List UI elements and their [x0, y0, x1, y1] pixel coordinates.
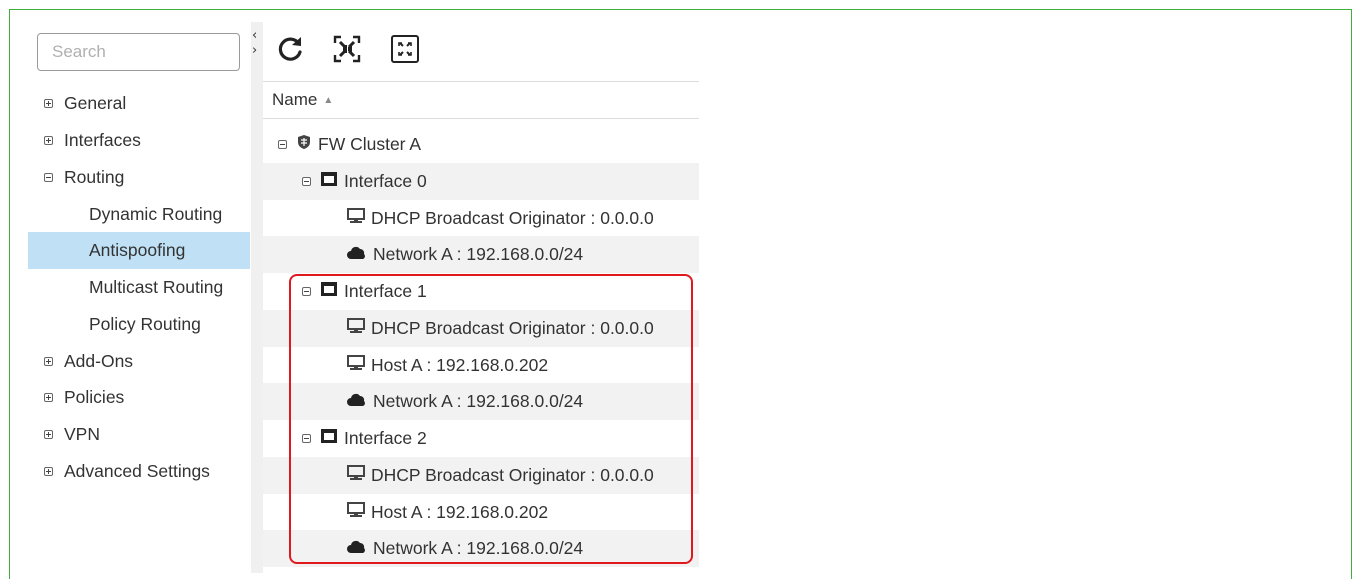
tree-row-dhcp-originator[interactable]: DHCP Broadcast Originator : 0.0.0.0 [263, 200, 699, 237]
sidebar-item-add-ons[interactable]: Add-Ons [28, 343, 250, 380]
interface-icon [320, 428, 338, 449]
collapse-icon[interactable] [302, 177, 311, 186]
sidebar-item-label: Policies [64, 387, 125, 407]
tree-row-interface-2[interactable]: Interface 2 [263, 420, 699, 457]
tree-row-label: DHCP Broadcast Originator : 0.0.0.0 [371, 318, 654, 338]
sidebar-item-label: Multicast Routing [89, 277, 224, 297]
sidebar-item-interfaces[interactable]: Interfaces [28, 122, 250, 159]
sidebar-item-label: Interfaces [64, 130, 141, 150]
sidebar-item-label: Add-Ons [64, 351, 134, 371]
host-icon [347, 318, 365, 339]
sidebar-item-dynamic-routing[interactable]: Dynamic Routing [28, 196, 250, 233]
tree-row-label: DHCP Broadcast Originator : 0.0.0.0 [371, 465, 654, 485]
sidebar-item-policy-routing[interactable]: Policy Routing [28, 306, 250, 343]
host-icon [347, 208, 365, 229]
collapse-icon[interactable] [278, 140, 287, 149]
sidebar-item-label: General [64, 93, 127, 113]
tree-row-network-a[interactable]: Network A : 192.168.0.0/24 [263, 383, 699, 420]
column-header-label: Name [272, 90, 318, 109]
tree-row-label: Network A : 192.168.0.0/24 [373, 244, 584, 264]
sidebar-item-advanced-settings[interactable]: Advanced Settings [28, 453, 250, 490]
firewall-cluster-icon [296, 134, 312, 155]
collapse-icon[interactable] [302, 287, 311, 296]
expand-icon[interactable] [44, 99, 53, 108]
refresh-icon[interactable] [274, 33, 306, 65]
sidebar-item-label: Dynamic Routing [89, 204, 223, 224]
tree-row-dhcp-originator[interactable]: DHCP Broadcast Originator : 0.0.0.0 [263, 310, 699, 347]
tree-row-label: DHCP Broadcast Originator : 0.0.0.0 [371, 208, 654, 228]
sidebar-item-multicast-routing[interactable]: Multicast Routing [28, 269, 250, 306]
sidebar-item-routing[interactable]: Routing [28, 159, 250, 196]
tree-row-host-a[interactable]: Host A : 192.168.0.202 [263, 494, 699, 531]
sidebar-item-label: VPN [64, 424, 100, 444]
host-icon [347, 502, 365, 523]
panel-splitter[interactable] [251, 22, 263, 573]
expand-icon[interactable] [44, 136, 53, 145]
network-cloud-icon [347, 244, 367, 265]
expand-icon[interactable] [44, 357, 53, 366]
tree-row-interface-0[interactable]: Interface 0 [263, 163, 699, 200]
chevron-right-icon[interactable]: › [252, 43, 262, 58]
sidebar-item-label: Advanced Settings [64, 461, 210, 481]
tree-row-network-a[interactable]: Network A : 192.168.0.0/24 [263, 530, 699, 567]
tree-row-network-a[interactable]: Network A : 192.168.0.0/24 [263, 236, 699, 273]
interface-icon [320, 171, 338, 192]
sidebar-item-label: Policy Routing [89, 314, 201, 334]
tree-row-fw-cluster[interactable]: FW Cluster A [263, 126, 699, 163]
tree-row-label: FW Cluster A [318, 134, 422, 154]
collapse-icon[interactable] [44, 173, 53, 182]
sidebar-item-antispoofing[interactable]: Antispoofing [28, 232, 250, 269]
collapse-icon[interactable] [302, 434, 311, 443]
column-header-name[interactable]: Name ▲ [263, 81, 699, 119]
expand-icon[interactable] [44, 430, 53, 439]
search-input[interactable] [37, 33, 240, 71]
tree-row-label: Interface 1 [344, 281, 427, 301]
tree-row-label: Interface 0 [344, 171, 427, 191]
tree-row-label: Network A : 192.168.0.0/24 [373, 538, 584, 558]
tree-row-interface-1[interactable]: Interface 1 [263, 273, 699, 310]
sort-ascending-icon: ▲ [323, 94, 334, 106]
sidebar-item-general[interactable]: General [28, 85, 250, 122]
sidebar-collapse-toggle[interactable]: ‹ › [252, 28, 262, 58]
sidebar-item-label: Antispoofing [89, 240, 186, 260]
sidebar-item-policies[interactable]: Policies [28, 379, 250, 416]
tree-row-label: Network A : 192.168.0.0/24 [373, 391, 584, 411]
network-cloud-icon [347, 538, 367, 559]
host-icon [347, 465, 365, 486]
sidebar-item-label: Routing [64, 167, 125, 187]
tree-row-label: Host A : 192.168.0.202 [371, 355, 549, 375]
expand-icon[interactable] [44, 393, 53, 402]
tree-row-label: Interface 2 [344, 428, 427, 448]
sidebar-item-vpn[interactable]: VPN [28, 416, 250, 453]
chevron-left-icon[interactable]: ‹ [252, 28, 262, 43]
interface-icon [320, 281, 338, 302]
tree-row-label: Host A : 192.168.0.202 [371, 502, 549, 522]
expand-all-icon[interactable] [389, 33, 421, 65]
tree-row-dhcp-originator[interactable]: DHCP Broadcast Originator : 0.0.0.0 [263, 457, 699, 494]
expand-icon[interactable] [44, 467, 53, 476]
network-cloud-icon [347, 391, 367, 412]
host-icon [347, 355, 365, 376]
collapse-all-icon[interactable] [331, 33, 363, 65]
antispoofing-tree: Name ▲ FW Cluster A Interface 0 DHCP Bro… [263, 81, 699, 573]
tree-row-host-a[interactable]: Host A : 192.168.0.202 [263, 347, 699, 384]
